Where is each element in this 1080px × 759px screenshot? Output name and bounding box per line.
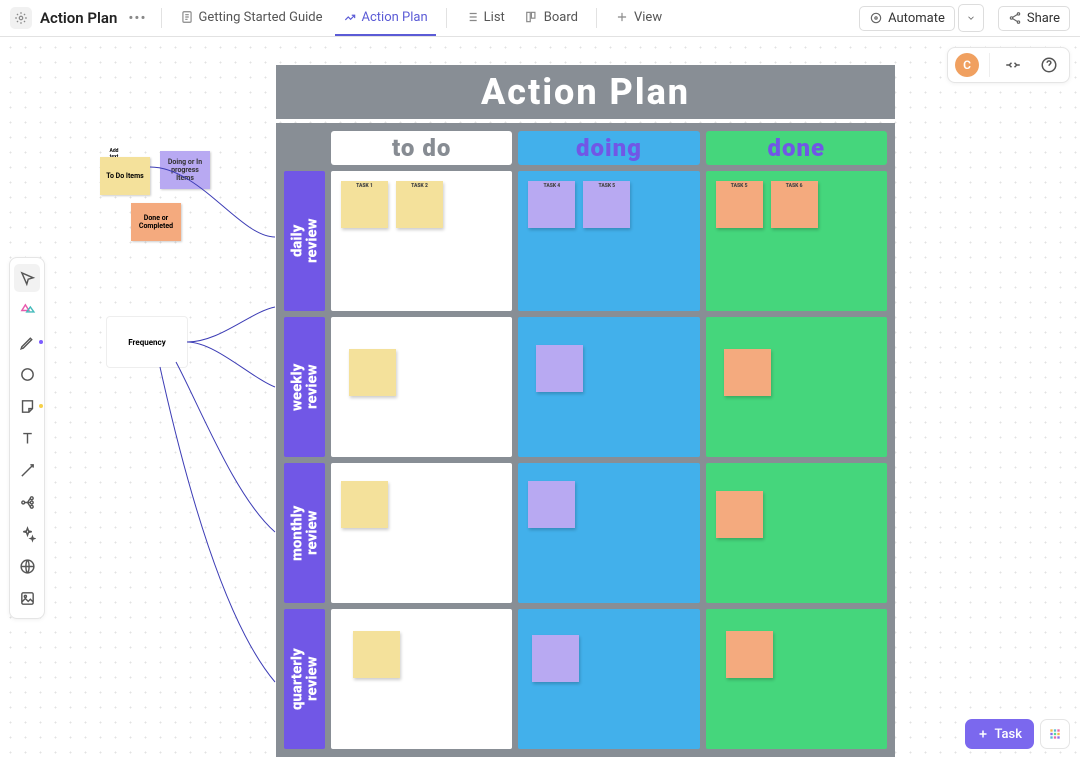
- tool-connector[interactable]: [10, 454, 44, 486]
- note-weekly-done[interactable]: [724, 349, 771, 396]
- row-label-daily: daily review: [284, 171, 325, 311]
- note-monthly-doing[interactable]: [528, 481, 575, 528]
- note-weekly-doing[interactable]: [536, 345, 583, 392]
- doc-icon: [180, 10, 194, 24]
- tool-mindmap[interactable]: [10, 486, 44, 518]
- cell-monthly-todo[interactable]: [331, 463, 512, 603]
- automation-icon: [869, 11, 883, 25]
- automate-dropdown[interactable]: [958, 4, 984, 32]
- tool-pointer[interactable]: [14, 264, 40, 292]
- note-quarterly-doing[interactable]: [532, 635, 579, 682]
- frequency-node[interactable]: Frequency: [107, 317, 187, 367]
- row-label-weekly: weekly review: [284, 317, 325, 457]
- action-plan-board[interactable]: Action Plan to do doing done daily revie…: [276, 65, 895, 757]
- cell-quarterly-done[interactable]: [706, 609, 887, 749]
- cell-weekly-doing[interactable]: [518, 317, 699, 457]
- row-monthly: monthly review: [284, 463, 887, 603]
- create-task-button[interactable]: Task: [965, 719, 1034, 749]
- divider: [161, 8, 162, 28]
- tool-ai[interactable]: [10, 518, 44, 550]
- cell-daily-todo[interactable]: TASK 1 TASK 2: [331, 171, 512, 311]
- cell-monthly-doing[interactable]: [518, 463, 699, 603]
- note-quarterly-done[interactable]: [726, 631, 773, 678]
- tool-image[interactable]: [10, 582, 44, 614]
- board-icon: [525, 10, 539, 24]
- divider: [989, 53, 990, 77]
- legend-todo[interactable]: To Do Items: [100, 157, 150, 195]
- tool-shape-select[interactable]: [10, 294, 44, 326]
- tab-action-plan[interactable]: Action Plan: [335, 0, 436, 36]
- cell-quarterly-doing[interactable]: [518, 609, 699, 749]
- cell-monthly-done[interactable]: [706, 463, 887, 603]
- avatar[interactable]: C: [955, 53, 979, 77]
- note-task2[interactable]: TASK 2: [396, 181, 443, 228]
- tool-pen[interactable]: [10, 326, 44, 358]
- tool-text[interactable]: [10, 422, 44, 454]
- note-monthly-todo[interactable]: [341, 481, 388, 528]
- note-task5[interactable]: TASK 5: [583, 181, 630, 228]
- row-daily: daily review TASK 1 TASK 2 TASK 4 TASK 5…: [284, 171, 887, 311]
- cell-weekly-done[interactable]: [706, 317, 887, 457]
- cell-daily-done[interactable]: TASK 5 TASK 6: [706, 171, 887, 311]
- page-title: Action Plan: [40, 9, 117, 27]
- divider: [596, 8, 597, 28]
- whiteboard-canvas: C Task Add text To Do Items Doing or In …: [0, 37, 1080, 759]
- presence-toolbar: C: [947, 47, 1070, 83]
- row-label-monthly: monthly review: [284, 463, 325, 603]
- plus-icon: [615, 10, 629, 24]
- row-weekly: weekly review: [284, 317, 887, 457]
- row-quarterly: quarterly review: [284, 609, 887, 749]
- tool-web[interactable]: [10, 550, 44, 582]
- share-button[interactable]: Share: [998, 6, 1070, 31]
- cell-daily-doing[interactable]: TASK 4 TASK 5: [518, 171, 699, 311]
- whiteboard-tab-icon: [343, 10, 357, 24]
- fit-view-button[interactable]: [1000, 52, 1026, 78]
- apps-button[interactable]: [1040, 719, 1070, 749]
- help-button[interactable]: [1036, 52, 1062, 78]
- note-weekly-todo[interactable]: [349, 349, 396, 396]
- left-toolbar: [9, 257, 45, 619]
- tab-list[interactable]: List: [457, 0, 513, 36]
- legend-done[interactable]: Done or Completed: [131, 203, 181, 241]
- top-header: Action Plan ••• Getting Started Guide Ac…: [0, 0, 1080, 37]
- board-title: Action Plan: [276, 65, 895, 119]
- tool-circle[interactable]: [10, 358, 44, 390]
- automate-button[interactable]: Automate: [859, 6, 955, 31]
- cell-weekly-todo[interactable]: [331, 317, 512, 457]
- col-header-doing: doing: [518, 131, 699, 165]
- note-task6[interactable]: TASK 6: [771, 181, 818, 228]
- list-icon: [465, 10, 479, 24]
- note-task4[interactable]: TASK 4: [528, 181, 575, 228]
- note-task1[interactable]: TASK 1: [341, 181, 388, 228]
- divider: [446, 8, 447, 28]
- cell-quarterly-todo[interactable]: [331, 609, 512, 749]
- col-header-done: done: [706, 131, 887, 165]
- whiteboard-icon: [10, 7, 32, 29]
- add-view[interactable]: View: [607, 0, 670, 36]
- legend-doing[interactable]: Doing or In progress Items: [160, 151, 210, 189]
- tool-sticky[interactable]: [10, 390, 44, 422]
- note-quarterly-todo[interactable]: [353, 631, 400, 678]
- tab-getting-started[interactable]: Getting Started Guide: [172, 0, 331, 36]
- note-task5b[interactable]: TASK 5: [716, 181, 763, 228]
- row-label-quarterly: quarterly review: [284, 609, 325, 749]
- share-icon: [1008, 11, 1022, 25]
- tab-board[interactable]: Board: [517, 0, 586, 36]
- title-more-menu[interactable]: •••: [124, 7, 150, 29]
- note-monthly-done[interactable]: [716, 491, 763, 538]
- bottom-right-controls: Task: [965, 719, 1070, 749]
- col-header-todo: to do: [331, 131, 512, 165]
